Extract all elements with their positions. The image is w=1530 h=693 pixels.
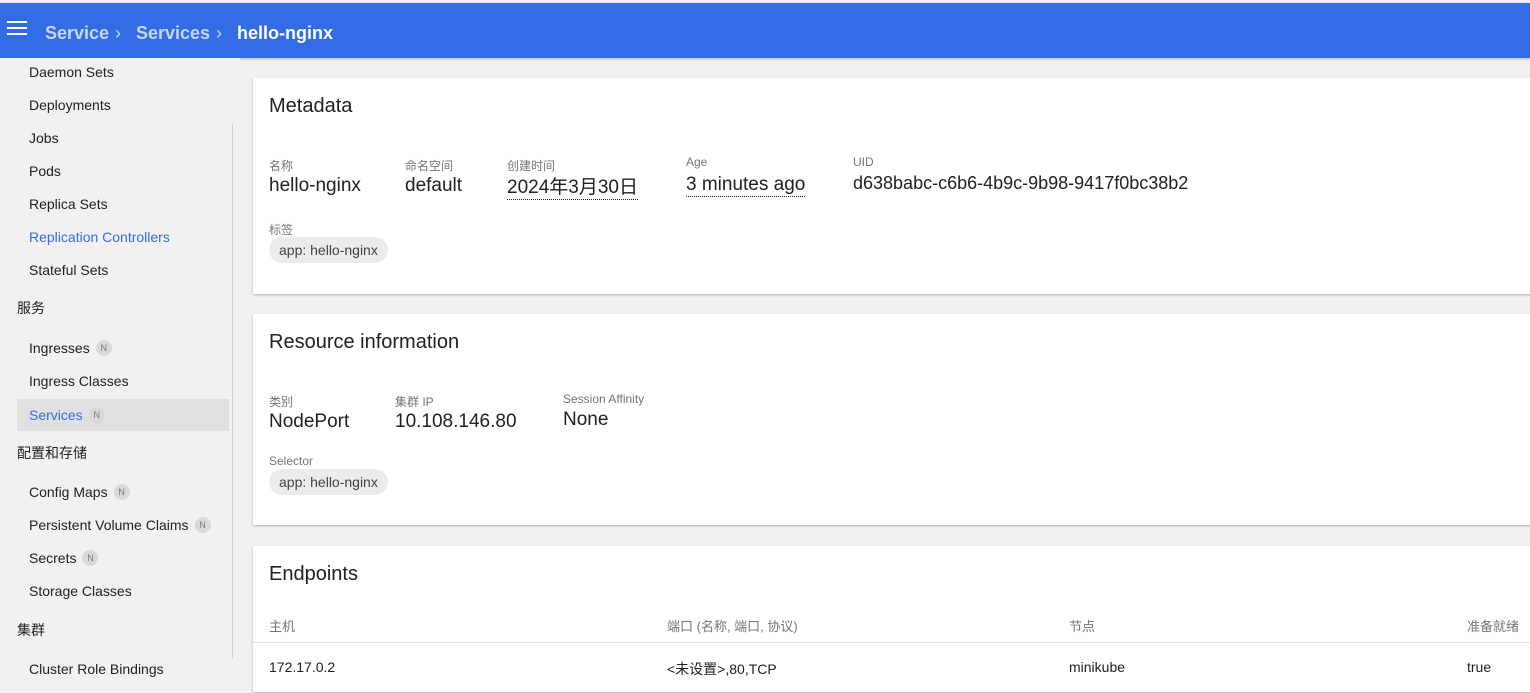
column-header-ready: 准备就绪: [1467, 619, 1520, 634]
name-label: 名称: [269, 159, 294, 173]
cluster-ip-value: 10.108.146.80: [395, 411, 517, 432]
namespaced-badge: N: [95, 340, 112, 357]
type-value: NodePort: [269, 411, 350, 432]
table-cell-node: minikube: [1069, 659, 1126, 675]
sidebar: Daemon Sets Deployments Jobs Pods Replic…: [0, 58, 240, 693]
sidebar-item-ingresses[interactable]: Ingresses N: [17, 332, 229, 364]
sidebar-section-cluster: 集群: [17, 622, 45, 638]
chevron-right-icon: ›: [216, 23, 222, 43]
uid-label: UID: [853, 155, 874, 169]
age-value[interactable]: 3 minutes ago: [686, 174, 806, 197]
chevron-right-icon: ›: [115, 23, 121, 43]
column-header-ports: 端口 (名称, 端口, 协议): [667, 619, 798, 634]
namespaced-badge: N: [88, 407, 105, 424]
sidebar-item-replica-sets[interactable]: Replica Sets: [17, 188, 229, 220]
sidebar-item-label: Config Maps: [29, 484, 108, 500]
type-label: 类别: [269, 395, 294, 409]
endpoints-title: Endpoints: [269, 563, 358, 585]
session-affinity-label: Session Affinity: [563, 392, 645, 406]
table-cell-ports: <未设置>,80,TCP: [667, 661, 777, 677]
labels-label: 标签: [269, 223, 294, 237]
sidebar-item-deployments[interactable]: Deployments: [17, 89, 229, 121]
resource-info-title: Resource information: [269, 331, 460, 353]
namespaced-badge: N: [113, 484, 130, 501]
created-label: 创建时间: [507, 159, 556, 173]
sidebar-item-secrets[interactable]: Secrets N: [17, 542, 229, 574]
namespace-value: default: [405, 175, 463, 196]
name-value: hello-nginx: [269, 175, 361, 196]
sidebar-item-stateful-sets[interactable]: Stateful Sets: [17, 254, 229, 286]
sidebar-item-jobs[interactable]: Jobs: [17, 122, 229, 154]
breadcrumb-current: hello-nginx: [237, 23, 333, 43]
column-header-host: 主机: [269, 619, 296, 634]
endpoints-card: Endpoints 主机 端口 (名称, 端口, 协议) 节点 准备就绪 172…: [253, 546, 1530, 692]
table-cell-ready: true: [1467, 659, 1492, 675]
namespaced-badge: N: [82, 550, 99, 567]
sidebar-item-ingress-classes[interactable]: Ingress Classes: [17, 365, 229, 397]
cluster-ip-label: 集群 IP: [395, 395, 434, 409]
sidebar-item-daemon-sets[interactable]: Daemon Sets: [17, 56, 229, 88]
menu-icon[interactable]: [7, 21, 27, 37]
sidebar-item-persistent-volume-claims[interactable]: Persistent Volume Claims N: [17, 509, 229, 541]
metadata-card: Metadata 名称 hello-nginx 命名空间 default 创建时…: [253, 78, 1530, 294]
column-header-node: 节点: [1069, 619, 1096, 634]
namespaced-badge: N: [194, 517, 211, 534]
selector-chip: app: hello-nginx: [269, 469, 388, 495]
breadcrumb-item-service[interactable]: Service: [45, 21, 109, 45]
sidebar-item-label: Ingresses: [29, 340, 90, 356]
sidebar-item-label: Secrets: [29, 550, 77, 566]
sidebar-section-config-storage: 配置和存储: [17, 445, 87, 461]
sidebar-item-services[interactable]: Services N: [17, 399, 229, 431]
namespace-label: 命名空间: [405, 159, 454, 173]
sidebar-item-config-maps[interactable]: Config Maps N: [17, 476, 229, 508]
sidebar-section-services: 服务: [17, 300, 45, 316]
metadata-title: Metadata: [269, 95, 353, 117]
sidebar-item-label: Persistent Volume Claims: [29, 517, 189, 533]
sidebar-item-label: Services: [29, 407, 83, 423]
resource-info-card: Resource information 类别 NodePort 集群 IP 1…: [253, 314, 1530, 525]
sidebar-item-pods[interactable]: Pods: [17, 155, 229, 187]
selector-label: Selector: [269, 454, 314, 468]
sidebar-item-replication-controllers[interactable]: Replication Controllers: [17, 221, 229, 253]
sidebar-item-cluster-role-bindings[interactable]: Cluster Role Bindings: [17, 653, 229, 685]
top-toolbar: Service › Services › hello-nginx: [0, 3, 1530, 58]
breadcrumb-item-services[interactable]: Services: [136, 21, 210, 45]
created-value[interactable]: 2024年3月30日: [507, 177, 638, 200]
sidebar-divider: [232, 124, 233, 659]
session-affinity-value: None: [563, 409, 609, 430]
sidebar-item-storage-classes[interactable]: Storage Classes: [17, 575, 229, 607]
table-divider: [253, 642, 1530, 643]
label-chip: app: hello-nginx: [269, 237, 388, 263]
age-label: Age: [686, 155, 708, 169]
table-cell-host: 172.17.0.2: [269, 659, 336, 675]
uid-value: d638babc-c6b6-4b9c-9b98-9417f0bc38b2: [853, 173, 1189, 193]
